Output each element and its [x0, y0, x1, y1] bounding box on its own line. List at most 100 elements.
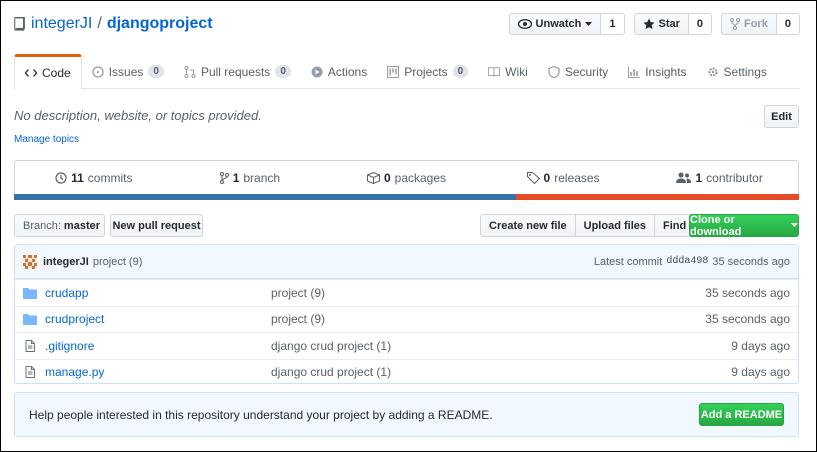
add-readme-button[interactable]: Add a README — [699, 403, 784, 426]
fork-button[interactable]: Fork — [721, 13, 777, 35]
branch-select-button[interactable]: Branch: master — [14, 214, 105, 237]
tab-issues[interactable]: Issues 0 — [82, 54, 174, 89]
shield-icon — [548, 65, 560, 78]
contributor-label: contributor — [706, 171, 763, 185]
tab-pull-requests[interactable]: Pull requests 0 — [174, 54, 301, 89]
star-button[interactable]: Star — [633, 13, 689, 35]
latest-commit-info: Latest commit ddda498 35 seconds ago — [594, 256, 790, 268]
file-row[interactable]: crudproject project (9) 35 seconds ago — [15, 305, 798, 333]
watch-group: Unwatch 1 — [508, 13, 625, 35]
branch-icon — [219, 172, 229, 184]
language-bar-html — [516, 194, 799, 200]
file-icon — [25, 366, 35, 379]
file-listing: integerJI project (9) Latest commit ddda… — [14, 244, 799, 384]
commit-message[interactable]: project (9) — [93, 256, 143, 268]
repo-name-link[interactable]: djangoproject — [107, 15, 213, 33]
file-icon — [25, 339, 35, 352]
tab-settings-label: Settings — [723, 64, 767, 79]
manage-topics-link[interactable]: Manage topics — [14, 134, 79, 145]
clone-or-download-button[interactable]: Clone or download — [689, 214, 799, 238]
file-age: 35 seconds ago — [705, 312, 790, 327]
file-age: 9 days ago — [731, 365, 790, 380]
folder-icon — [23, 314, 37, 326]
language-bar-python — [14, 194, 517, 200]
caret-down-icon — [791, 223, 798, 227]
tab-wiki[interactable]: Wiki — [478, 54, 538, 89]
book-icon — [488, 66, 501, 77]
contributor-count: 1 — [695, 171, 703, 185]
commit-sha[interactable]: ddda498 — [666, 256, 708, 268]
eye-icon — [517, 19, 532, 29]
file-name[interactable]: manage.py — [45, 365, 271, 379]
releases-label: releases — [554, 171, 600, 185]
commit-author[interactable]: integerJI — [43, 256, 89, 268]
package-icon — [366, 172, 380, 184]
file-actions-group: Create new file Upload files Find file — [480, 214, 715, 237]
issue-icon — [92, 65, 104, 78]
branch-select-key: Branch: — [23, 219, 61, 232]
folder-icon — [23, 287, 37, 299]
readme-prompt: Help people interested in this repositor… — [14, 392, 799, 437]
file-commit-message[interactable]: django crud project (1) — [271, 365, 731, 379]
file-name[interactable]: crudproject — [45, 312, 271, 326]
file-name[interactable]: crudapp — [45, 286, 271, 300]
edit-button[interactable]: Edit — [764, 105, 799, 128]
repo-description: No description, website, or topics provi… — [14, 108, 262, 123]
repo-actions: Unwatch 1 Star 0 Fork 0 — [508, 13, 800, 35]
file-row[interactable]: .gitignore django crud project (1) 9 day… — [15, 332, 798, 359]
readme-prompt-text: Help people interested in this repositor… — [29, 407, 493, 422]
stars-count[interactable]: 0 — [688, 13, 713, 35]
play-icon — [311, 66, 323, 77]
branch-label: branch — [243, 171, 281, 185]
upload-files-button[interactable]: Upload files — [574, 214, 655, 237]
fork-label: Fork — [744, 18, 768, 30]
star-group: Star 0 — [633, 13, 713, 35]
tab-issues-label: Issues — [108, 64, 144, 79]
repo-separator: / — [97, 15, 102, 32]
tab-wiki-label: Wiki — [505, 64, 528, 79]
latest-commit-label: Latest commit — [593, 255, 663, 268]
fork-icon — [730, 18, 741, 30]
file-commit-message[interactable]: project (9) — [271, 312, 705, 326]
tab-projects[interactable]: Projects 0 — [377, 54, 478, 89]
forks-count[interactable]: 0 — [776, 13, 800, 35]
new-pull-request-button[interactable]: New pull request — [110, 214, 203, 237]
file-age: 35 seconds ago — [705, 285, 790, 300]
watchers-count[interactable]: 1 — [601, 13, 625, 35]
file-commit-message[interactable]: project (9) — [271, 286, 705, 300]
packages-link[interactable]: 0 packages — [328, 161, 485, 195]
repo-owner-link[interactable]: integerJI — [31, 15, 92, 33]
unwatch-button[interactable]: Unwatch — [508, 13, 602, 35]
tab-pull-requests-count: 0 — [275, 65, 291, 78]
contributors-link[interactable]: 1 contributor — [641, 161, 798, 195]
file-name[interactable]: .gitignore — [45, 339, 271, 353]
branches-link[interactable]: 1 branch — [172, 161, 329, 195]
tab-code[interactable]: Code — [14, 54, 82, 90]
code-icon — [25, 69, 37, 77]
gear-icon — [707, 66, 718, 77]
tab-actions[interactable]: Actions — [301, 54, 377, 89]
file-row[interactable]: manage.py django crud project (1) 9 days… — [15, 358, 798, 386]
create-new-file-button[interactable]: Create new file — [480, 214, 576, 237]
graph-icon — [628, 66, 640, 78]
repo-nav-tabs: Code Issues 0 Pull requests 0 Actions Pr… — [14, 54, 800, 90]
branch-count: 1 — [232, 171, 240, 185]
file-commit-message[interactable]: django crud project (1) — [271, 339, 731, 353]
avatar[interactable] — [23, 254, 37, 269]
commits-link[interactable]: 11 commits — [15, 161, 172, 195]
tab-pull-requests-label: Pull requests — [200, 64, 271, 79]
language-bar[interactable] — [14, 194, 799, 200]
tab-insights[interactable]: Insights — [618, 54, 696, 89]
project-icon — [387, 65, 400, 78]
commit-tease: integerJI project (9) Latest commit ddda… — [15, 245, 798, 279]
tab-code-label: Code — [42, 66, 71, 80]
file-row[interactable]: crudapp project (9) 35 seconds ago — [15, 279, 798, 306]
tab-security[interactable]: Security — [538, 54, 618, 89]
history-icon — [55, 172, 67, 184]
file-age: 9 days ago — [731, 338, 790, 353]
fork-group: Fork 0 — [721, 13, 800, 35]
tab-settings[interactable]: Settings — [697, 54, 777, 89]
releases-link[interactable]: 0 releases — [485, 161, 642, 195]
tab-projects-label: Projects — [404, 64, 448, 79]
tab-issues-count: 0 — [148, 65, 164, 78]
